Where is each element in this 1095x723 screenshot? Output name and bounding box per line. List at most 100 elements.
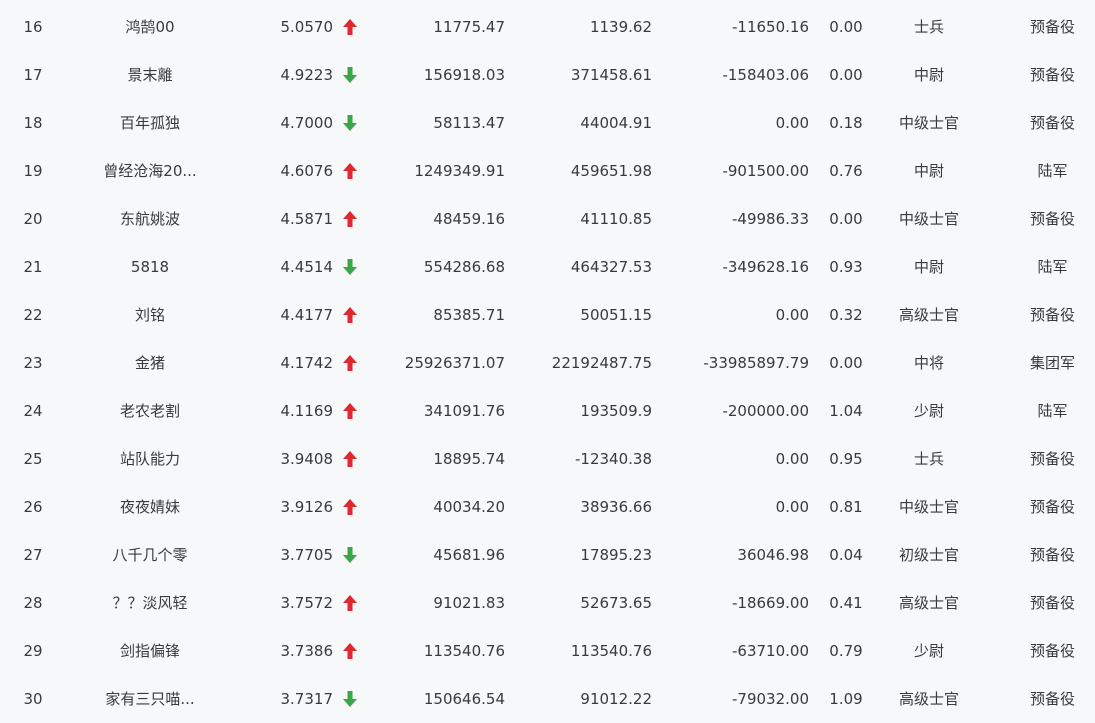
military-rank-cell: 少尉 bbox=[913, 402, 944, 420]
table-row: 20 东航姚波 4.5871 48459.16 41110.85 -49986.… bbox=[0, 195, 1095, 243]
user-name-cell[interactable]: 剑指偏锋 bbox=[90, 627, 210, 675]
user-name-cell[interactable]: 东航姚波 bbox=[90, 195, 210, 243]
user-name-cell[interactable]: 金猪 bbox=[90, 339, 210, 387]
user-name-cell[interactable]: ？？淡风轻 bbox=[90, 579, 210, 627]
score-cell: 3.7705 bbox=[280, 546, 334, 564]
value2-cell: 50051.15 bbox=[580, 306, 652, 324]
ratio-cell: 0.00 bbox=[829, 66, 863, 84]
value3-cell: 0.00 bbox=[775, 450, 809, 468]
score-cell: 4.6076 bbox=[280, 162, 334, 180]
score-cell: 4.1169 bbox=[280, 402, 334, 420]
value3-cell: -63710.00 bbox=[732, 642, 809, 660]
value2-cell: 91012.22 bbox=[580, 690, 652, 708]
military-rank-cell: 高级士官 bbox=[898, 306, 959, 324]
arrow-down-icon bbox=[342, 675, 358, 723]
rank-cell: 25 bbox=[23, 450, 43, 468]
table-row: 22 刘铭 4.4177 85385.71 50051.15 0.00 0.32… bbox=[0, 291, 1095, 339]
user-name-cell[interactable]: 老农老割 bbox=[90, 387, 210, 435]
value2-cell: 371458.61 bbox=[570, 66, 652, 84]
military-rank-cell: 士兵 bbox=[913, 18, 944, 36]
user-name-cell[interactable]: 八千几个零 bbox=[90, 531, 210, 579]
table-row: 21 5818 4.4514 554286.68 464327.53 -3496… bbox=[0, 243, 1095, 291]
table-row: 24 老农老割 4.1169 341091.76 193509.9 -20000… bbox=[0, 387, 1095, 435]
user-name-cell[interactable]: 夜夜婧妹 bbox=[90, 483, 210, 531]
value2-cell: 113540.76 bbox=[570, 642, 652, 660]
arrow-up-icon bbox=[342, 435, 358, 483]
military-rank-cell: 中尉 bbox=[913, 162, 944, 180]
rank-cell: 21 bbox=[23, 258, 43, 276]
table-row: 27 八千几个零 3.7705 45681.96 17895.23 36046.… bbox=[0, 531, 1095, 579]
unit-cell: 预备役 bbox=[1029, 66, 1075, 84]
ranking-table: 16 鸿鹄00 5.0570 11775.47 1139.62 -11650.1… bbox=[0, 3, 1095, 723]
ratio-cell: 0.95 bbox=[829, 450, 863, 468]
military-rank-cell: 士兵 bbox=[913, 450, 944, 468]
rank-cell: 17 bbox=[23, 66, 43, 84]
score-cell: 3.9126 bbox=[280, 498, 334, 516]
value1-cell: 341091.76 bbox=[423, 402, 505, 420]
unit-cell: 预备役 bbox=[1029, 450, 1075, 468]
unit-cell: 集团军 bbox=[1029, 354, 1075, 372]
table-row: 18 百年孤独 4.7000 58113.47 44004.91 0.00 0.… bbox=[0, 99, 1095, 147]
user-name-cell[interactable]: 百年孤独 bbox=[90, 99, 210, 147]
table-row: 28 ？？淡风轻 3.7572 91021.83 52673.65 -18669… bbox=[0, 579, 1095, 627]
unit-cell: 预备役 bbox=[1029, 306, 1075, 324]
arrow-up-icon bbox=[342, 339, 358, 387]
table-row: 23 金猪 4.1742 25926371.07 22192487.75 -33… bbox=[0, 339, 1095, 387]
value1-cell: 58113.47 bbox=[433, 114, 505, 132]
value3-cell: 36046.98 bbox=[737, 546, 809, 564]
value2-cell: 193509.9 bbox=[580, 402, 652, 420]
value1-cell: 1249349.91 bbox=[414, 162, 505, 180]
value2-cell: 22192487.75 bbox=[551, 354, 652, 372]
score-cell: 3.7572 bbox=[280, 594, 334, 612]
score-cell: 4.7000 bbox=[280, 114, 334, 132]
value1-cell: 113540.76 bbox=[423, 642, 505, 660]
value2-cell: -12340.38 bbox=[575, 450, 652, 468]
military-rank-cell: 中将 bbox=[913, 354, 944, 372]
user-name-cell[interactable]: 站队能力 bbox=[90, 435, 210, 483]
value1-cell: 554286.68 bbox=[423, 258, 505, 276]
arrow-down-icon bbox=[342, 99, 358, 147]
ratio-cell: 0.81 bbox=[829, 498, 863, 516]
user-name-cell[interactable]: 5818 bbox=[90, 243, 210, 291]
unit-cell: 陆军 bbox=[1037, 258, 1068, 276]
rank-cell: 26 bbox=[23, 498, 43, 516]
user-name-cell[interactable]: 刘铭 bbox=[90, 291, 210, 339]
value2-cell: 459651.98 bbox=[570, 162, 652, 180]
score-cell: 4.4177 bbox=[280, 306, 334, 324]
user-name-cell[interactable]: 家有三只喵... bbox=[90, 675, 210, 723]
score-cell: 3.7317 bbox=[280, 690, 334, 708]
table-row: 26 夜夜婧妹 3.9126 40034.20 38936.66 0.00 0.… bbox=[0, 483, 1095, 531]
value3-cell: -18669.00 bbox=[732, 594, 809, 612]
arrow-up-icon bbox=[342, 147, 358, 195]
rank-cell: 20 bbox=[23, 210, 43, 228]
unit-cell: 预备役 bbox=[1029, 210, 1075, 228]
unit-cell: 预备役 bbox=[1029, 546, 1075, 564]
arrow-up-icon bbox=[342, 3, 358, 51]
military-rank-cell: 少尉 bbox=[913, 642, 944, 660]
value2-cell: 464327.53 bbox=[570, 258, 652, 276]
ratio-cell: 0.00 bbox=[829, 210, 863, 228]
value3-cell: 0.00 bbox=[775, 114, 809, 132]
value1-cell: 25926371.07 bbox=[404, 354, 505, 372]
table-row: 17 景末離 4.9223 156918.03 371458.61 -15840… bbox=[0, 51, 1095, 99]
score-cell: 3.9408 bbox=[280, 450, 334, 468]
value1-cell: 85385.71 bbox=[433, 306, 505, 324]
ratio-cell: 0.04 bbox=[829, 546, 863, 564]
unit-cell: 陆军 bbox=[1037, 162, 1068, 180]
unit-cell: 陆军 bbox=[1037, 402, 1068, 420]
military-rank-cell: 中级士官 bbox=[898, 114, 959, 132]
value3-cell: -349628.16 bbox=[722, 258, 809, 276]
arrow-down-icon bbox=[342, 51, 358, 99]
user-name-cell[interactable]: 曾经沧海20... bbox=[90, 147, 210, 195]
unit-cell: 预备役 bbox=[1029, 594, 1075, 612]
value3-cell: -79032.00 bbox=[732, 690, 809, 708]
score-cell: 3.7386 bbox=[280, 642, 334, 660]
military-rank-cell: 中尉 bbox=[913, 66, 944, 84]
user-name-cell[interactable]: 景末離 bbox=[90, 51, 210, 99]
ratio-cell: 0.00 bbox=[829, 354, 863, 372]
value2-cell: 52673.65 bbox=[580, 594, 652, 612]
ratio-cell: 0.79 bbox=[829, 642, 863, 660]
rank-cell: 30 bbox=[23, 690, 43, 708]
user-name-cell[interactable]: 鸿鹄00 bbox=[90, 3, 210, 51]
value1-cell: 91021.83 bbox=[433, 594, 505, 612]
